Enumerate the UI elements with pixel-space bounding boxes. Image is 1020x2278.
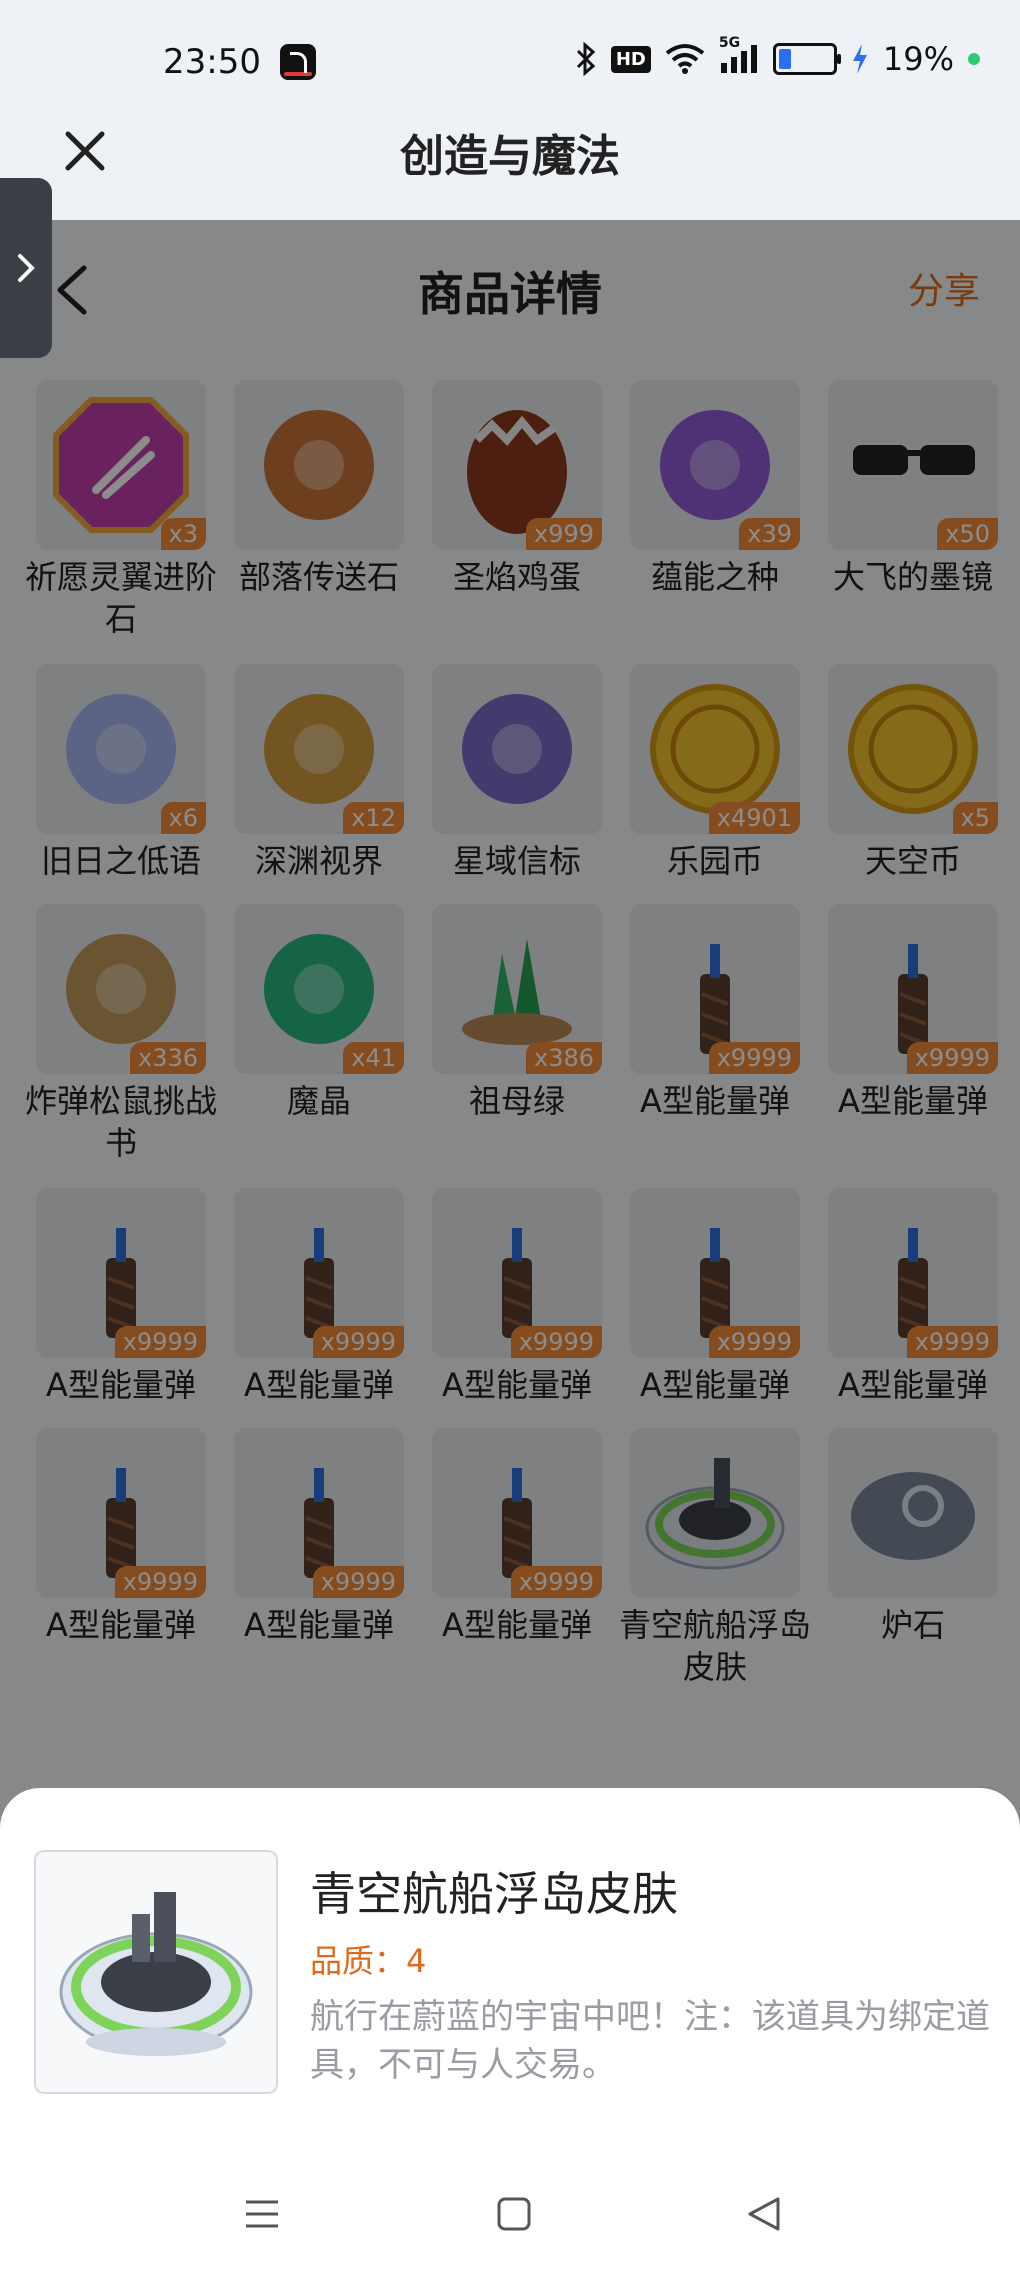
side-expand-tab[interactable] <box>0 178 52 358</box>
wifi-icon <box>665 43 705 75</box>
item-quality: 品质：4 <box>310 1942 427 1980</box>
charging-icon <box>851 43 869 75</box>
privacy-dot <box>968 53 980 65</box>
home-icon[interactable] <box>494 2194 534 2238</box>
status-time: 23:50 <box>163 42 261 82</box>
network-type: 5G <box>718 35 741 51</box>
back-triangle-icon[interactable] <box>744 2194 784 2238</box>
app-bar: 创造与魔法 <box>0 100 1020 220</box>
item-description: 航行在蔚蓝的宇宙中吧！注：该道具为绑定道具，不可与人交易。 <box>310 1997 990 2085</box>
status-icons: HD 5G 19% <box>575 35 980 78</box>
tiktok-icon <box>280 44 316 80</box>
bluetooth-icon <box>575 42 597 76</box>
hd-icon: HD <box>610 45 651 73</box>
item-title: 青空航船浮岛皮肤 <box>310 1867 678 1921</box>
app-title: 创造与魔法 <box>400 131 620 182</box>
item-preview-image <box>34 1850 278 2094</box>
system-nav-bar <box>0 2160 1020 2278</box>
menu-icon[interactable] <box>242 2194 282 2238</box>
chevron-right-icon <box>18 254 35 282</box>
battery-percent: 19% <box>882 40 954 78</box>
battery-icon <box>772 43 841 75</box>
signal-icon: 5G <box>719 35 759 75</box>
